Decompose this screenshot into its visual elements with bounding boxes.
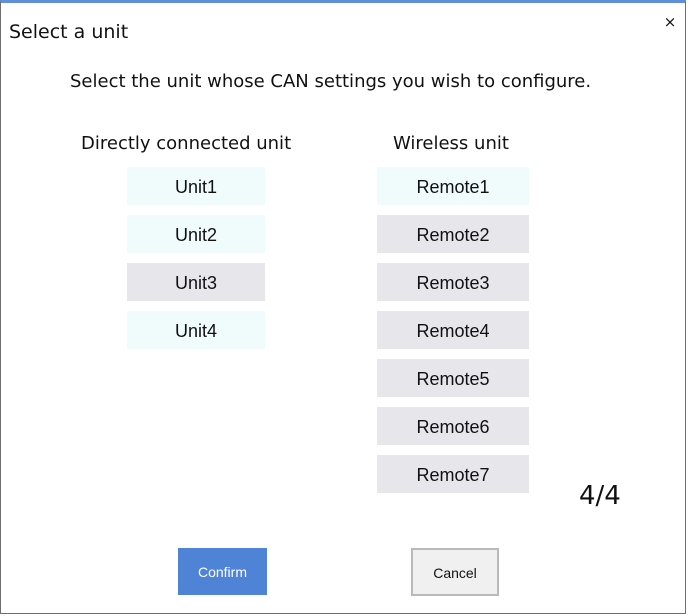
cancel-button[interactable]: Cancel	[411, 548, 499, 596]
remote-7-button[interactable]: Remote7	[377, 455, 529, 493]
confirm-button[interactable]: Confirm	[178, 548, 267, 595]
page-indicator: 4/4	[579, 481, 621, 511]
instruction-text: Select the unit whose CAN settings you w…	[70, 71, 592, 92]
select-unit-dialog: Select a unit × Select the unit whose CA…	[0, 0, 686, 614]
remote-1-button[interactable]: Remote1	[377, 167, 529, 205]
dialog-title: Select a unit	[9, 21, 129, 43]
remote-5-button[interactable]: Remote5	[377, 359, 529, 397]
remote-6-button[interactable]: Remote6	[377, 407, 529, 445]
close-icon[interactable]: ×	[663, 15, 677, 30]
unit-1-button[interactable]: Unit1	[127, 167, 265, 205]
unit-4-button[interactable]: Unit4	[127, 311, 265, 349]
remote-3-button[interactable]: Remote3	[377, 263, 529, 301]
unit-2-button[interactable]: Unit2	[127, 215, 265, 253]
remote-2-button[interactable]: Remote2	[377, 215, 529, 253]
unit-3-button[interactable]: Unit3	[127, 263, 265, 301]
directly-connected-unit-header: Directly connected unit	[81, 133, 292, 154]
wireless-unit-header: Wireless unit	[393, 133, 509, 154]
remote-4-button[interactable]: Remote4	[377, 311, 529, 349]
